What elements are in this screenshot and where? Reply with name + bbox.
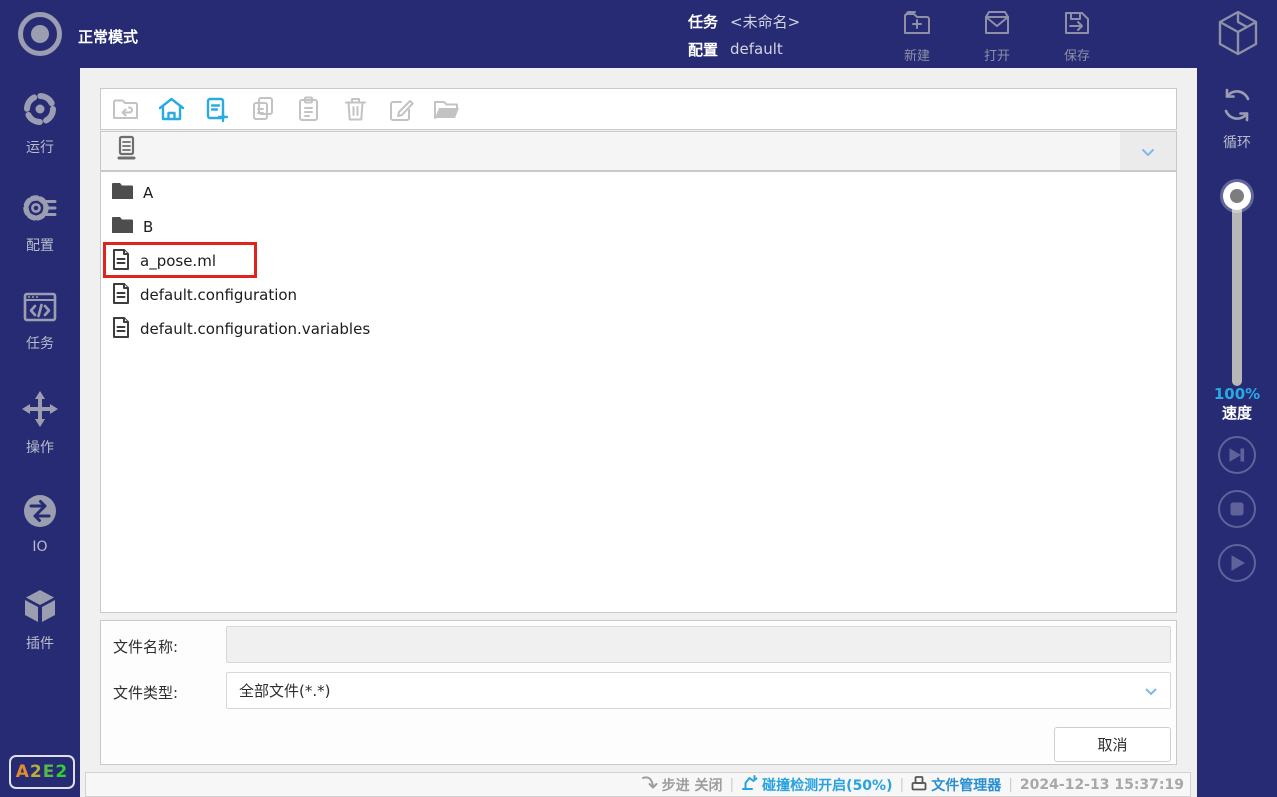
plugin-cube-icon [21, 588, 59, 628]
io-exchange-icon [21, 492, 59, 534]
file-dialog-form: 文件名称: 文件类型: 全部文件(*.*) 取消 [100, 620, 1177, 765]
computer-icon [113, 135, 139, 167]
folder-icon [111, 215, 134, 239]
list-item-default-configuration[interactable]: default.configuration [101, 278, 1176, 312]
sidebar-label-config: 配置 [26, 235, 54, 255]
task-value: <未命名> [730, 11, 800, 32]
mode-label: 正常模式 [78, 26, 138, 47]
mode-status-icon [18, 12, 62, 56]
location-dropdown[interactable] [100, 131, 1177, 171]
status-separator: | [729, 777, 734, 793]
status-bar: 步进 关闭 | 碰撞检测开启(50%) | 文件管理器 | 2024-12-13… [85, 772, 1191, 797]
code-window-icon [21, 290, 59, 328]
right-control-panel: 循环 100% 速度 [1197, 68, 1277, 797]
file-name: A [143, 184, 153, 202]
task-label: 任务 [688, 11, 718, 32]
config-value: default [730, 40, 783, 58]
loop-button[interactable]: 循环 [1197, 86, 1277, 152]
open-task-button[interactable]: 打开 [974, 8, 1020, 64]
status-separator: | [899, 777, 904, 793]
back-folder-icon[interactable] [111, 95, 139, 123]
sidebar-label-io: IO [32, 539, 47, 555]
speed-percentage: 100% [1197, 385, 1277, 403]
device-badge: A2E2 [9, 755, 75, 789]
rename-edit-icon[interactable] [387, 95, 415, 123]
file-type-value: 全部文件(*.*) [239, 680, 330, 701]
sidebar-item-run[interactable]: 运行 [0, 90, 80, 157]
sidebar-label-task: 任务 [26, 333, 54, 353]
save-task-button[interactable]: 保存 [1054, 8, 1100, 64]
file-icon [111, 282, 131, 309]
file-type-select[interactable]: 全部文件(*.*) [226, 672, 1171, 709]
new-folder-icon [901, 8, 933, 42]
task-config-info: 任务 <未命名> 配置 default [688, 7, 800, 63]
list-item-folder-a[interactable]: A [101, 176, 1176, 210]
loop-label: 循环 [1223, 132, 1251, 152]
status-separator: | [1008, 777, 1013, 793]
open-folder-icon[interactable] [433, 95, 461, 123]
sidebar-label-operate: 操作 [26, 437, 54, 457]
chevron-down-icon [1144, 682, 1158, 700]
gear-icon [21, 190, 59, 230]
loop-cycle-icon [1217, 86, 1257, 128]
copy-icon[interactable] [249, 95, 277, 123]
list-item-default-configuration-variables[interactable]: default.configuration.variables [101, 312, 1176, 346]
sidebar-item-plugin[interactable]: 插件 [0, 588, 80, 653]
file-name-input[interactable] [226, 626, 1171, 663]
new-task-button[interactable]: 新建 [894, 8, 940, 64]
file-icon [111, 248, 131, 275]
top-bar: 正常模式 任务 <未命名> 配置 default 新建 打开 [0, 0, 1277, 68]
status-timestamp: 2024-12-13 15:37:19 [1020, 777, 1184, 793]
save-task-label: 保存 [1064, 45, 1090, 64]
file-name-label: 文件名称: [113, 636, 178, 657]
chevron-down-icon [1141, 142, 1155, 161]
stop-button[interactable] [1218, 490, 1256, 528]
save-file-icon [1061, 8, 1093, 42]
speed-slider-thumb[interactable] [1223, 182, 1251, 210]
run-target-icon [21, 90, 59, 132]
sidebar-item-task[interactable]: 任务 [0, 290, 80, 353]
sidebar-label-plugin: 插件 [26, 633, 54, 653]
file-name: default.configuration [140, 286, 297, 304]
new-file-icon[interactable] [203, 95, 231, 123]
list-item-a-pose[interactable]: a_pose.ml [101, 244, 1176, 278]
file-manager-drive-icon [911, 775, 927, 795]
step-forward-button[interactable] [1218, 436, 1256, 474]
home-icon[interactable] [157, 95, 185, 123]
app-window: 正常模式 任务 <未命名> 配置 default 新建 打开 [0, 0, 1277, 797]
sidebar-item-operate[interactable]: 操作 [0, 390, 80, 457]
current-view-status: 文件管理器 [911, 775, 1001, 795]
sidebar-label-run: 运行 [26, 137, 54, 157]
file-name: default.configuration.variables [140, 320, 370, 338]
collision-robot-icon [741, 774, 758, 795]
new-task-label: 新建 [904, 45, 930, 64]
file-name: B [143, 218, 153, 236]
sidebar-item-io[interactable]: IO [0, 492, 80, 555]
file-name: a_pose.ml [140, 252, 216, 270]
list-item-folder-b[interactable]: B [101, 210, 1176, 244]
config-label: 配置 [688, 39, 718, 60]
file-manager-toolbar [100, 88, 1177, 130]
cancel-button[interactable]: 取消 [1054, 727, 1171, 762]
paste-icon[interactable] [295, 95, 323, 123]
step-mode-status[interactable]: 步进 关闭 [641, 775, 723, 795]
play-button[interactable] [1218, 544, 1256, 582]
left-sidebar: 运行 配置 任务 操作 IO [0, 68, 80, 797]
file-list: A B a_pose.ml default.configuration defa… [100, 171, 1177, 613]
brand-cube-logo [1214, 8, 1262, 62]
sidebar-item-config[interactable]: 配置 [0, 190, 80, 255]
file-icon [111, 316, 131, 343]
open-file-icon [981, 8, 1013, 42]
open-task-label: 打开 [984, 45, 1010, 64]
step-arrow-icon [641, 775, 658, 795]
speed-slider-track[interactable] [1232, 196, 1242, 386]
location-dropdown-arrow[interactable] [1120, 132, 1176, 170]
move-arrows-icon [21, 390, 59, 432]
delete-trash-icon[interactable] [341, 95, 369, 123]
folder-icon [111, 181, 134, 205]
file-type-label: 文件类型: [113, 682, 178, 703]
speed-label: 速度 [1197, 402, 1277, 423]
collision-detection-status[interactable]: 碰撞检测开启(50%) [741, 774, 892, 795]
